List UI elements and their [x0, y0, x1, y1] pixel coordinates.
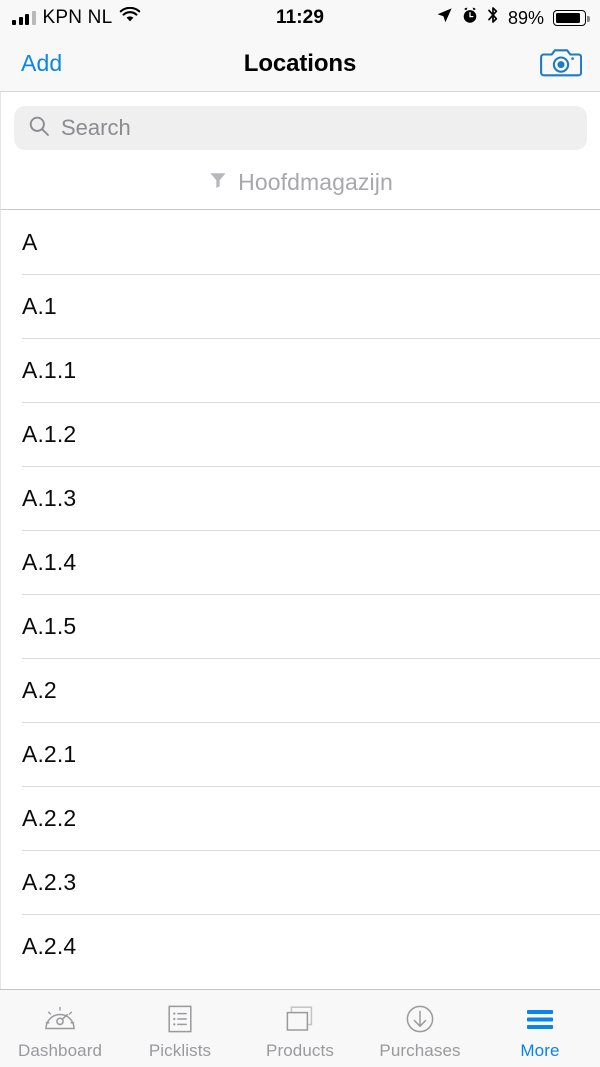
search-input[interactable] [61, 115, 573, 141]
list-item-label: A.1.3 [22, 484, 77, 511]
status-bar-right: 89% [436, 6, 590, 30]
list-item[interactable]: A.2 [1, 658, 600, 722]
search-icon [28, 115, 50, 142]
navigation-bar: Add Locations [0, 36, 600, 92]
camera-icon [540, 44, 583, 83]
list-item-label: A [22, 228, 38, 255]
tab-label: Picklists [148, 1040, 212, 1060]
list-item-label: A.1.4 [22, 548, 77, 575]
list-item-label: A.1 [22, 292, 57, 319]
list-item[interactable]: A.2.3 [1, 850, 600, 914]
list-item[interactable]: A.1.1 [1, 338, 600, 402]
list-item-label: A.2 [22, 676, 57, 703]
add-button[interactable]: Add [21, 50, 62, 77]
list-item-label: A.1.2 [22, 420, 77, 447]
locations-list[interactable]: A A.1 A.1.1 A.1.2 A.1.3 A.1.4 A.1.5 A.2 … [0, 210, 600, 989]
tab-label: Dashboard [17, 1040, 103, 1060]
tab-dashboard[interactable]: Dashboard [0, 990, 120, 1067]
list-item[interactable]: A [1, 210, 600, 274]
gauge-icon [43, 1002, 77, 1036]
tab-label: More [520, 1040, 560, 1060]
tab-picklists[interactable]: Picklists [120, 990, 240, 1067]
tab-label: Products [266, 1040, 334, 1060]
page-title: Locations [243, 49, 357, 77]
list-item[interactable]: A.1.4 [1, 530, 600, 594]
search-container [1, 92, 600, 161]
list-item-label: A.2.1 [22, 740, 77, 767]
list-header: Hoofdmagazijn [0, 92, 600, 210]
tab-bar: Dashboard Picklists Products Purchases M… [0, 989, 600, 1067]
stacked-squares-icon [282, 1002, 318, 1036]
list-item[interactable]: A.2.2 [1, 786, 600, 850]
list-item[interactable]: A.1.3 [1, 466, 600, 530]
wifi-icon [119, 6, 141, 29]
status-bar: KPN NL 11:29 89% [0, 0, 600, 36]
battery-percent-label: 89% [507, 7, 544, 28]
hamburger-menu-icon [524, 1002, 556, 1036]
list-item[interactable]: A.2.1 [1, 722, 600, 786]
camera-button[interactable] [540, 44, 583, 83]
list-item[interactable]: A.1.5 [1, 594, 600, 658]
battery-icon [553, 10, 590, 26]
app-root: KPN NL 11:29 89% Add Locations Search Ho… [0, 0, 600, 1067]
list-item[interactable]: A.1 [1, 274, 600, 338]
list-item[interactable]: A.2.4 [1, 914, 600, 978]
list-item-label: A.2.2 [22, 804, 77, 831]
tab-purchases[interactable]: Purchases [360, 990, 480, 1067]
location-arrow-icon [436, 7, 453, 30]
tab-more[interactable]: More [480, 990, 600, 1067]
tab-label: Purchases [379, 1040, 461, 1060]
carrier-label: KPN NL [42, 7, 113, 28]
list-item-label: A.2.3 [22, 868, 77, 895]
filter-row[interactable]: Hoofdmagazijn [1, 161, 600, 209]
funnel-icon [208, 170, 228, 195]
list-item[interactable]: A.1.2 [1, 402, 600, 466]
arrow-down-circle-icon [404, 1002, 436, 1036]
tab-products[interactable]: Products [240, 990, 360, 1067]
list-item-label: A.2.4 [22, 932, 77, 959]
filter-label: Hoofdmagazijn [238, 168, 393, 195]
list-item-label: A.1.5 [22, 612, 77, 639]
list-document-icon [164, 1002, 196, 1036]
cellular-signal-icon [12, 10, 36, 25]
list-item-label: A.1.1 [22, 356, 77, 383]
alarm-clock-icon [462, 7, 478, 30]
search-bar[interactable] [14, 106, 587, 150]
bluetooth-icon [487, 6, 499, 30]
status-bar-left: KPN NL [12, 6, 141, 29]
